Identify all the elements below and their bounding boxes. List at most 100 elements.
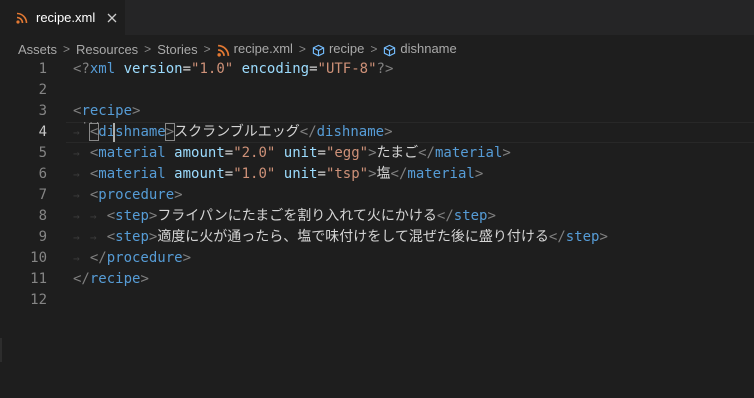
code-line[interactable]: 3 <recipe>	[0, 101, 754, 122]
code-line[interactable]: 8 → → <step>フライパンにたまごを割り入れて火にかける</step>	[0, 206, 754, 227]
code-token: amount	[174, 145, 225, 161]
tab-bar: recipe.xml	[0, 0, 754, 35]
code-token: procedure	[98, 187, 175, 203]
code-line[interactable]: 4 → <dishname>スクランブルエッグ</dishname> ···	[0, 119, 754, 143]
code-token: </	[548, 229, 566, 245]
code-token: 塩	[376, 166, 391, 182]
code-token: unit	[283, 145, 318, 161]
close-icon[interactable]	[107, 13, 117, 23]
code-token: xml	[89, 61, 116, 77]
breadcrumb-label: recipe	[328, 41, 365, 57]
code-token: material	[98, 145, 166, 161]
breadcrumb-separator: >	[144, 42, 152, 56]
code-token: =	[224, 166, 234, 182]
line-number: 10	[30, 250, 47, 266]
code-token: >	[487, 208, 496, 224]
code-token: たまご	[376, 145, 419, 161]
code-content: <procedure>	[73, 185, 183, 206]
code-token: フライパンにたまごを割り入れて火にかける	[157, 208, 437, 224]
code-token: "tsp"	[325, 166, 369, 182]
code-token: "UTF-8"	[317, 61, 377, 77]
code-editor[interactable]: 1 <?xml version="1.0" encoding="UTF-8"?> 2…	[0, 59, 754, 398]
code-token: dishname	[316, 124, 385, 140]
code-content: <material amount="2.0" unit="egg">たまご</m…	[73, 143, 511, 164]
code-token: >	[368, 166, 377, 182]
code-content: <material amount="1.0" unit="tsp">塩</mat…	[73, 164, 483, 185]
code-token: ?>	[376, 61, 394, 77]
breadcrumb-item-assets[interactable]: Assets	[18, 42, 57, 57]
code-token: =	[317, 145, 326, 161]
code-token: "1.0"	[191, 61, 234, 77]
code-token: material	[98, 166, 166, 182]
code-token: encoding	[241, 61, 310, 77]
code-token: >	[174, 187, 183, 203]
line-number: 6	[38, 166, 47, 182]
code-line[interactable]: 6 → <material amount="1.0" unit="tsp">塩</…	[0, 164, 754, 185]
code-token: step	[565, 229, 600, 245]
code-line[interactable]: 1 <?xml version="1.0" encoding="UTF-8"?>	[0, 59, 754, 80]
breadcrumb-item-stories[interactable]: Stories	[157, 42, 197, 57]
code-token: <	[106, 229, 116, 245]
breadcrumb-item-recipe-xml[interactable]: recipe.xml	[217, 41, 293, 56]
code-token: </	[418, 145, 435, 161]
line-number: 2	[38, 82, 47, 98]
line-number: 8	[38, 208, 47, 224]
breadcrumb-item-recipe[interactable]: recipe	[312, 41, 364, 56]
breadcrumb-label: dishname	[400, 41, 457, 57]
line-number: 7	[38, 187, 47, 203]
code-line[interactable]: 12	[0, 290, 754, 311]
code-line[interactable]: 7 → <procedure>	[0, 185, 754, 206]
breadcrumb-separator: >	[203, 42, 211, 56]
code-line[interactable]: 11 </recipe>	[0, 269, 754, 290]
breadcrumb-item-dishname[interactable]: dishname	[383, 41, 457, 57]
code-content: </recipe>	[73, 269, 149, 290]
breadcrumb-label: recipe.xml	[233, 41, 293, 57]
scroll-edge	[0, 338, 2, 362]
code-token: >	[132, 103, 141, 119]
line-number: 1	[38, 61, 47, 77]
code-line[interactable]: 5 → <material amount="2.0" unit="egg">たまご…	[0, 143, 754, 164]
breadcrumb-item-resources[interactable]: Resources	[76, 42, 138, 57]
code-content: </procedure>	[73, 248, 191, 269]
code-token: dishname	[98, 124, 166, 140]
code-token: </	[89, 250, 107, 266]
code-token: =	[224, 145, 234, 161]
code-token: step	[115, 229, 149, 245]
code-token: </	[299, 124, 317, 140]
line-number: 11	[30, 271, 47, 287]
code-token: =	[317, 166, 326, 182]
code-token: >	[384, 124, 393, 140]
code-token: </	[73, 271, 90, 287]
code-token: 適度に火が通ったら、塩で味付けをして混ぜた後に盛り付ける	[157, 229, 549, 245]
line-number: 5	[38, 145, 47, 161]
code-token: <?	[73, 61, 90, 77]
tab-recipe-xml[interactable]: recipe.xml	[0, 0, 125, 35]
code-token: >	[599, 229, 608, 245]
line-number: 4	[38, 124, 47, 140]
code-line[interactable]: 2	[0, 80, 754, 101]
code-token: >	[502, 145, 511, 161]
code-token: material	[407, 166, 475, 182]
breadcrumb-separator: >	[298, 42, 306, 56]
breadcrumb-separator: >	[370, 42, 378, 56]
code-token: amount	[174, 166, 225, 182]
code-token: <	[106, 208, 116, 224]
code-token: recipe	[89, 271, 141, 287]
code-token: >	[368, 145, 377, 161]
code-line[interactable]: 9 → → <step>適度に火が通ったら、塩で味付けをして混ぜた後に盛り付ける</…	[0, 227, 754, 248]
rss-icon	[217, 44, 229, 57]
ellipsis-icon: ···	[82, 119, 102, 129]
code-token: >	[182, 250, 192, 266]
cube-icon	[384, 44, 396, 56]
code-token: "egg"	[325, 145, 369, 161]
code-line[interactable]: 10 → </procedure>	[0, 248, 754, 269]
